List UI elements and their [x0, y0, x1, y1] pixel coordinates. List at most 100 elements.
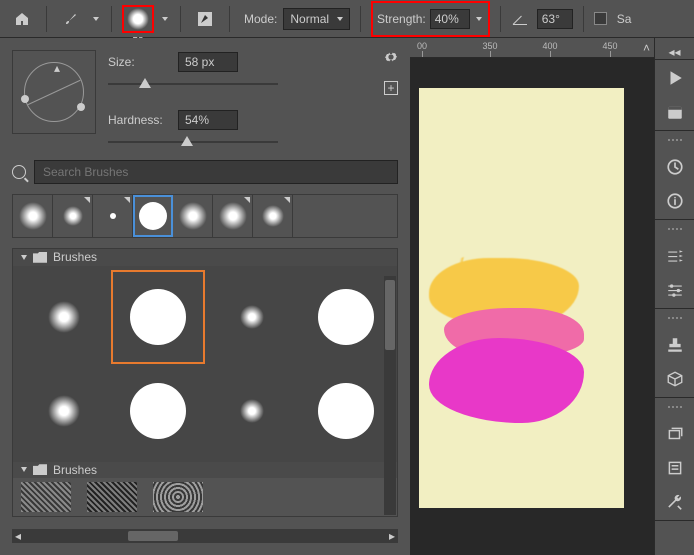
brush-preset-selected[interactable] [111, 270, 205, 364]
brush-tip-icon [139, 202, 167, 230]
brush-preset[interactable] [299, 270, 393, 364]
brushes-panel-button[interactable] [665, 246, 685, 266]
ruler-tick-label: 400 [542, 41, 557, 51]
gear-icon [384, 50, 398, 64]
search-button[interactable] [12, 165, 26, 179]
panel-grip[interactable] [661, 228, 689, 232]
brush-list-icon [666, 247, 684, 265]
angle-handle[interactable] [21, 95, 29, 103]
recent-brush[interactable] [173, 195, 213, 237]
strength-input[interactable]: 40% [430, 9, 470, 29]
character-panel-button[interactable] [665, 424, 685, 444]
brush-tip-icon [318, 289, 374, 345]
hardness-slider[interactable] [108, 134, 278, 150]
recent-brush-selected[interactable] [133, 195, 173, 237]
brush-panel-icon [196, 10, 214, 28]
expand-panels-button[interactable]: ◂◂ [655, 44, 694, 60]
scroll-right-button[interactable]: ▸ [386, 530, 398, 542]
scrollbar-thumb[interactable] [128, 531, 178, 541]
sliders-icon [666, 281, 684, 299]
hardness-input[interactable]: 54% [178, 110, 238, 130]
recent-brush[interactable] [93, 195, 133, 237]
panel-grip[interactable] [661, 139, 689, 143]
brush-preset[interactable] [21, 482, 71, 512]
brush-preset[interactable] [87, 482, 137, 512]
sample-checkbox[interactable] [594, 12, 607, 25]
panel-grip[interactable] [661, 317, 689, 321]
recent-brush[interactable] [53, 195, 93, 237]
mode-select[interactable]: Normal [283, 8, 350, 30]
scrollbar-thumb[interactable] [385, 280, 395, 350]
chevron-down-icon [21, 467, 27, 472]
divider [46, 6, 47, 32]
brush-preset[interactable] [299, 364, 393, 458]
size-slider[interactable] [108, 76, 278, 92]
ruler-menu[interactable]: ˄ [643, 41, 650, 55]
actions-panel-button[interactable] [665, 68, 685, 88]
slider-thumb[interactable] [139, 78, 151, 88]
brush-angle-widget[interactable]: ▴ [12, 50, 96, 134]
angle-handle[interactable] [77, 103, 85, 111]
divider [180, 6, 181, 32]
brush-folder[interactable]: Brushes [13, 462, 397, 479]
recent-brush[interactable] [213, 195, 253, 237]
3d-panel-button[interactable] [665, 369, 685, 389]
angle-input[interactable]: 63° [537, 9, 573, 29]
home-button[interactable] [8, 5, 36, 33]
recent-brushes [12, 194, 398, 238]
canvas[interactable] [410, 58, 654, 555]
brush-preset[interactable] [205, 270, 299, 364]
info-panel-button[interactable] [665, 191, 685, 211]
panel-grip[interactable] [661, 406, 689, 410]
folder-label: Brushes [53, 250, 97, 264]
brush-preset[interactable] [17, 270, 111, 364]
brush-folder[interactable]: Brushes [13, 249, 397, 266]
new-brush-button[interactable]: + [384, 81, 398, 95]
brush-tip-icon [48, 395, 80, 427]
size-input[interactable]: 58 px [178, 52, 238, 72]
strength-dropdown[interactable] [474, 5, 484, 33]
tool-preset-dropdown[interactable] [91, 5, 101, 33]
tool-preset-button[interactable] [57, 5, 85, 33]
angle-axis [28, 80, 81, 105]
calendar-icon [666, 103, 684, 121]
recent-brush[interactable] [13, 195, 53, 237]
brush-preset[interactable] [153, 482, 203, 512]
clock-icon [666, 158, 684, 176]
brush-preset[interactable] [111, 364, 205, 458]
panel-settings-button[interactable] [384, 50, 398, 67]
brush-preset[interactable] [17, 364, 111, 458]
layers-rect-icon [666, 425, 684, 443]
brush-tip-icon [262, 205, 284, 227]
brush-search-input[interactable] [34, 160, 398, 184]
recent-brush[interactable] [253, 195, 293, 237]
tools-panel-button[interactable] [665, 492, 685, 512]
stamp-icon [666, 336, 684, 354]
brush-tip-icon [130, 289, 186, 345]
brush-sliders: Size: 58 px Hardness: 54% [108, 50, 398, 150]
slider-thumb[interactable] [181, 136, 193, 146]
folder-icon [33, 252, 47, 263]
angle-circle[interactable]: ▴ [24, 62, 84, 122]
sample-label: Sa [617, 12, 632, 26]
cube-icon [666, 370, 684, 388]
clone-source-panel-button[interactable] [665, 335, 685, 355]
brush-settings-button[interactable] [191, 5, 219, 33]
vertical-scrollbar[interactable] [384, 276, 396, 515]
clock-panel-button[interactable] [665, 157, 685, 177]
horizontal-scrollbar[interactable]: ◂ ▸ [12, 529, 398, 543]
preset-badge-icon [124, 197, 130, 203]
brush-preview-control[interactable]: 58 [122, 5, 154, 33]
horizontal-ruler[interactable]: 00 350 400 450 ˄ [410, 38, 654, 58]
paragraph-panel-button[interactable] [665, 458, 685, 478]
brush-picker-dropdown[interactable] [160, 5, 170, 33]
ruler-tick-label: 350 [482, 41, 497, 51]
history-panel-button[interactable] [665, 102, 685, 122]
paint-stroke [429, 338, 584, 423]
wrench-icon [666, 493, 684, 511]
brush-preset[interactable] [205, 364, 299, 458]
scroll-left-button[interactable]: ◂ [12, 530, 24, 542]
brush-preview[interactable] [122, 5, 154, 33]
brush-settings-panel-button[interactable] [665, 280, 685, 300]
artboard[interactable] [419, 88, 624, 508]
